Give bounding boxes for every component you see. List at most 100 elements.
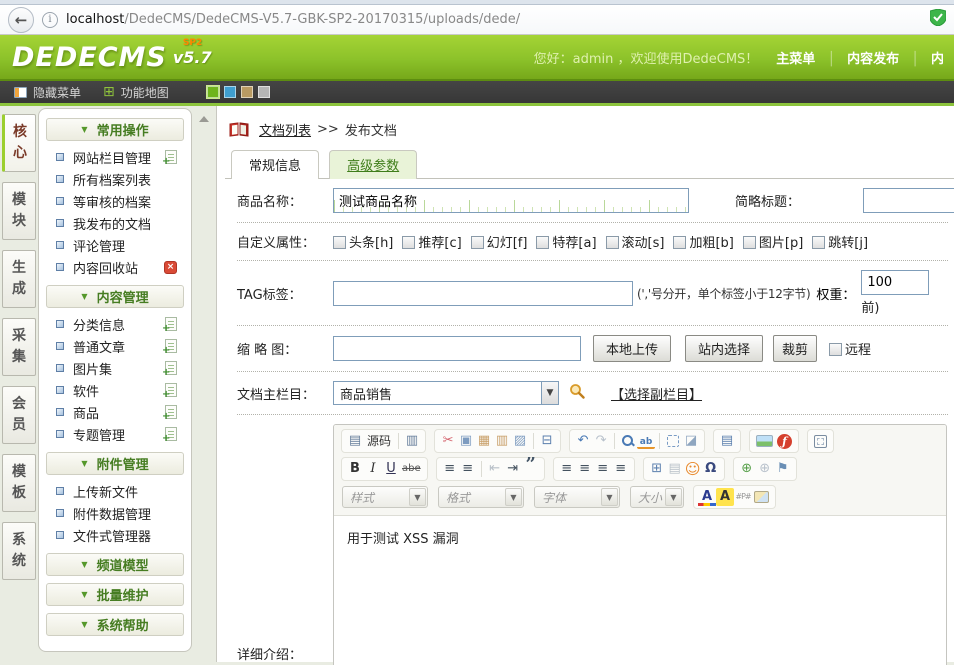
unordered-list-icon[interactable]: ≡ <box>459 460 477 478</box>
security-shield-icon[interactable] <box>930 9 946 30</box>
sidebar-scrollbar[interactable] <box>192 106 216 124</box>
attribute-checkbox-滚动[s][interactable]: 滚动[s] <box>606 236 665 251</box>
vtab-会员[interactable]: 会员 <box>2 386 36 444</box>
bold-button[interactable]: B <box>346 460 364 478</box>
bg-color-button[interactable]: A <box>716 488 734 506</box>
indent-icon[interactable]: ⇥ <box>504 460 522 478</box>
select-all-icon[interactable] <box>667 435 679 447</box>
menu-main[interactable]: 主菜单 <box>776 52 815 67</box>
sidebar-item-专题管理[interactable]: 专题管理 <box>39 423 191 445</box>
sidebar-item-分类信息[interactable]: 分类信息 <box>39 313 191 335</box>
strike-button[interactable]: abe <box>400 460 423 478</box>
flag-icon[interactable]: ⚑ <box>774 460 792 478</box>
theme-swatch-blue[interactable] <box>224 86 236 98</box>
align-center-icon[interactable]: ≡ <box>576 460 594 478</box>
smiley-icon[interactable]: ☺ <box>684 460 702 478</box>
source-doc-icon[interactable]: ▤ <box>346 432 364 450</box>
sidebar-item-图片集[interactable]: 图片集 <box>39 357 191 379</box>
font-dropdown[interactable]: 字体▼ <box>534 486 620 508</box>
image-icon[interactable] <box>756 435 773 447</box>
align-left-icon[interactable]: ≡ <box>558 460 576 478</box>
sidebar-item-软件[interactable]: 软件 <box>39 379 191 401</box>
section-header-频道模型[interactable]: ▼频道模型 <box>46 553 184 576</box>
special-char-icon[interactable]: Ω <box>702 460 720 478</box>
attribute-checkbox-幻灯[f][interactable]: 幻灯[f] <box>471 236 528 251</box>
preview-icon[interactable]: ▤ <box>718 432 736 450</box>
back-button[interactable]: ← <box>8 7 34 33</box>
ordered-list-icon[interactable]: ≡ <box>441 460 459 478</box>
maximize-icon[interactable] <box>814 435 827 448</box>
cut-icon[interactable]: ✂ <box>439 432 457 450</box>
italic-button[interactable]: I <box>364 460 382 478</box>
sidebar-item-我发布的文档[interactable]: 我发布的文档 <box>39 212 191 234</box>
attribute-checkbox-特荐[a][interactable]: 特荐[a] <box>536 236 596 251</box>
source-button[interactable]: 源码 <box>364 432 394 450</box>
local-upload-button[interactable]: 本地上传 <box>593 335 671 362</box>
section-header-系统帮助[interactable]: ▼系统帮助 <box>46 613 184 636</box>
vtab-模块[interactable]: 模块 <box>2 182 36 240</box>
sidebar-item-网站栏目管理[interactable]: 网站栏目管理 <box>39 146 191 168</box>
vtab-生成[interactable]: 生成 <box>2 250 36 308</box>
outdent-icon[interactable]: ⇤ <box>486 460 504 478</box>
sidebar-item-商品[interactable]: 商品 <box>39 401 191 423</box>
remove-format-icon[interactable]: ◪ <box>682 432 700 450</box>
section-header-附件管理[interactable]: ▼附件管理 <box>46 452 184 475</box>
attribute-checkbox-头条[h][interactable]: 头条[h] <box>333 236 393 251</box>
search-category-button[interactable] <box>569 383 585 403</box>
attribute-checkbox-图片[p][interactable]: 图片[p] <box>743 236 803 251</box>
vtab-核心[interactable]: 核心 <box>2 114 36 172</box>
vtab-系统[interactable]: 系统 <box>2 522 36 580</box>
align-right-icon[interactable]: ≡ <box>594 460 612 478</box>
sidebar-item-内容回收站[interactable]: 内容回收站× <box>39 256 191 278</box>
sidebar-item-附件数据管理[interactable]: 附件数据管理 <box>39 502 191 524</box>
site-select-button[interactable]: 站内选择 <box>685 335 763 362</box>
align-justify-icon[interactable]: ≡ <box>612 460 630 478</box>
editor-content[interactable]: 用于测试 XSS 漏洞 <box>334 516 946 559</box>
unlink-icon[interactable]: ⊕ <box>756 460 774 478</box>
print-icon[interactable]: ⊟ <box>538 432 556 450</box>
scroll-up-icon[interactable] <box>199 116 209 122</box>
remote-checkbox[interactable]: 远程 <box>829 339 871 358</box>
theme-swatch-gray[interactable] <box>258 86 270 98</box>
media-icon[interactable] <box>754 491 769 503</box>
theme-swatch-tan[interactable] <box>241 86 253 98</box>
attribute-checkbox-跳转[j][interactable]: 跳转[j] <box>812 236 868 251</box>
vtab-采集[interactable]: 采集 <box>2 318 36 376</box>
short-title-input[interactable] <box>863 188 954 213</box>
div-layout-icon[interactable]: ▤ <box>666 460 684 478</box>
theme-swatch-green[interactable] <box>207 86 219 98</box>
sidebar-item-评论管理[interactable]: 评论管理 <box>39 234 191 256</box>
attribute-checkbox-加粗[b][interactable]: 加粗[b] <box>673 236 733 251</box>
document-icon[interactable]: ▥ <box>403 432 421 450</box>
tab-general-info[interactable]: 常规信息 <box>231 150 319 179</box>
link-icon[interactable]: ⊕ <box>738 460 756 478</box>
flash-icon[interactable]: ƒ <box>777 434 792 449</box>
function-map-button[interactable]: ⊞功能地图 <box>103 84 169 101</box>
find-icon[interactable] <box>619 432 637 450</box>
vtab-模板[interactable]: 模板 <box>2 454 36 512</box>
menu-content-publish[interactable]: 内容发布 <box>847 52 899 67</box>
paste-word-icon[interactable]: ▨ <box>511 432 529 450</box>
tag-input[interactable] <box>333 281 633 306</box>
url-field[interactable]: localhost/DedeCMS/DedeCMS-V5.7-GBK-SP2-2… <box>66 12 922 27</box>
sidebar-item-上传新文件[interactable]: 上传新文件 <box>39 480 191 502</box>
crop-button[interactable]: 裁剪 <box>773 335 817 362</box>
sidebar-item-文件式管理器[interactable]: 文件式管理器 <box>39 524 191 546</box>
sidebar-item-等审核的档案[interactable]: 等审核的档案 <box>39 190 191 212</box>
breadcrumb-link-document-list[interactable]: 文档列表 <box>259 120 311 139</box>
menu-clipped[interactable]: 内 <box>931 52 944 67</box>
sidebar-item-所有档案列表[interactable]: 所有档案列表 <box>39 168 191 190</box>
section-header-内容管理[interactable]: ▼内容管理 <box>46 285 184 308</box>
hide-menu-button[interactable]: 隐藏菜单 <box>14 84 81 101</box>
thumbnail-input[interactable] <box>333 336 581 361</box>
section-header-常用操作[interactable]: ▼常用操作 <box>46 118 184 141</box>
paste-text-icon[interactable]: ▥ <box>493 432 511 450</box>
undo-icon[interactable]: ↶ <box>574 432 592 450</box>
sidebar-item-普通文章[interactable]: 普通文章 <box>39 335 191 357</box>
title-input[interactable] <box>333 188 689 213</box>
select-subcategory-link[interactable]: 【选择副栏目】 <box>611 384 702 403</box>
text-color-button[interactable]: A <box>698 488 716 506</box>
blockquote-icon[interactable]: ” <box>522 460 540 478</box>
attribute-checkbox-推荐[c][interactable]: 推荐[c] <box>402 236 461 251</box>
table-icon[interactable]: ⊞ <box>648 460 666 478</box>
